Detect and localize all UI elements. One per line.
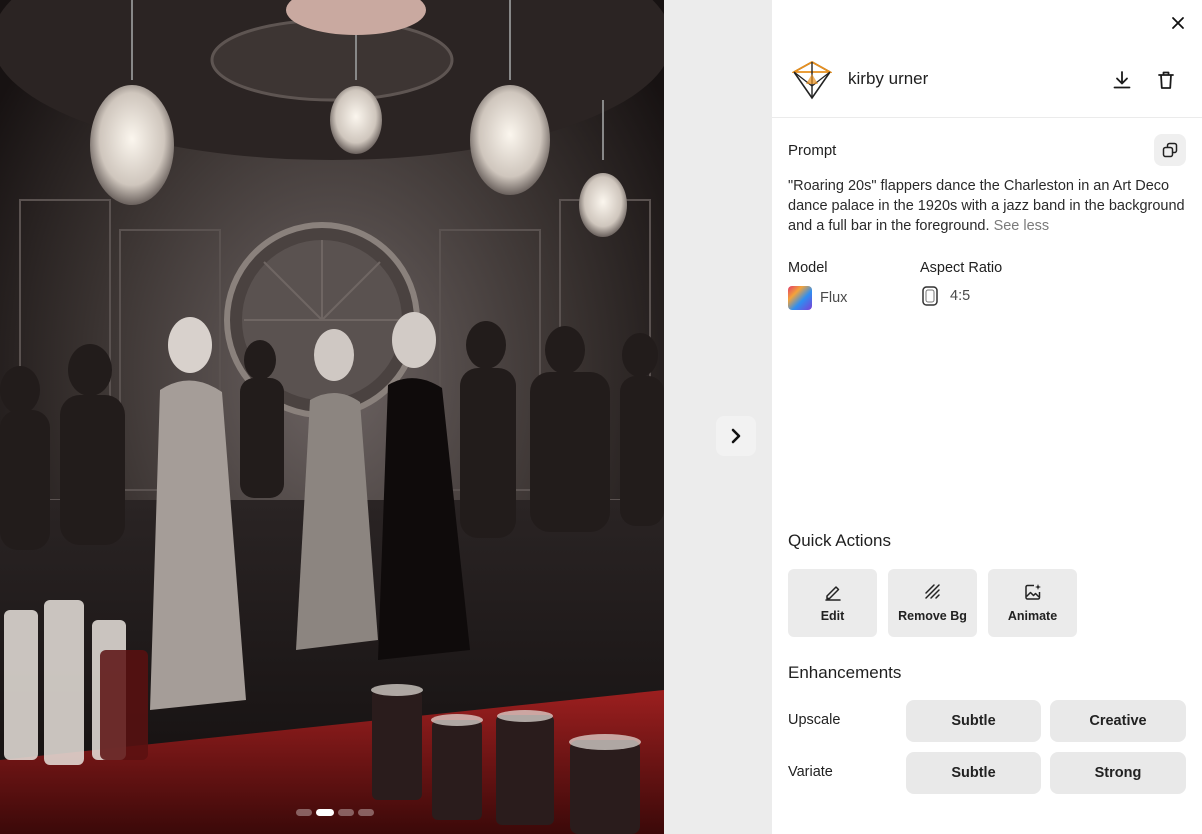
prompt-text: "Roaring 20s" flappers dance the Charles… [788, 176, 1190, 236]
variate-label: Variate [788, 764, 833, 780]
model-value: Flux [788, 286, 847, 310]
tetrahedron-logo-icon [790, 60, 834, 100]
carousel-dot[interactable] [296, 809, 312, 816]
quick-actions-title: Quick Actions [788, 531, 891, 550]
carousel-dot-active[interactable] [316, 809, 334, 816]
carousel-dot[interactable] [358, 809, 374, 816]
chevron-right-icon [731, 428, 741, 444]
remove-bg-button[interactable]: Remove Bg [888, 569, 977, 637]
upscale-subtle-button[interactable]: Subtle [906, 700, 1041, 742]
model-label: Model [788, 260, 828, 276]
edit-button[interactable]: Edit [788, 569, 877, 637]
close-button[interactable] [1168, 13, 1188, 33]
animate-label: Animate [1007, 609, 1058, 623]
trash-icon [1158, 71, 1174, 89]
copy-prompt-button[interactable] [1154, 134, 1186, 166]
enhancements-title: Enhancements [788, 663, 902, 682]
copy-icon [1162, 142, 1178, 158]
close-icon [1172, 17, 1184, 29]
upscale-creative-button[interactable]: Creative [1050, 700, 1186, 742]
see-less-link[interactable]: See less [994, 218, 1050, 234]
edit-label: Edit [820, 609, 845, 623]
animate-button[interactable]: Animate [988, 569, 1077, 637]
carousel-dots [296, 809, 374, 816]
delete-button[interactable] [1154, 68, 1178, 92]
prompt-label: Prompt [788, 142, 837, 159]
carousel-dot[interactable] [338, 809, 354, 816]
next-image-button[interactable] [716, 416, 756, 456]
quick-actions: Edit Remove Bg Animate [788, 569, 1077, 637]
upscale-label: Upscale [788, 712, 841, 728]
pencil-icon [824, 586, 841, 601]
prompt-body: "Roaring 20s" flappers dance the Charles… [788, 178, 1185, 234]
hatch-icon [924, 584, 940, 599]
generated-image [0, 0, 664, 834]
author-name[interactable]: kirby urner [848, 69, 928, 89]
author-header: kirby urner [772, 58, 1202, 118]
model-thumbnail-icon [788, 286, 812, 310]
remove-bg-label: Remove Bg [898, 609, 967, 623]
model-name: Flux [820, 290, 848, 306]
details-panel: kirby urner Prompt "Roaring 20s" flapper… [772, 0, 1202, 834]
variate-subtle-button[interactable]: Subtle [906, 752, 1041, 794]
avatar[interactable] [790, 60, 834, 100]
image-illustration [0, 0, 664, 834]
download-icon [1113, 71, 1131, 89]
image-sparkle-icon [1024, 584, 1041, 600]
aspect-ratio-label: Aspect Ratio [920, 260, 1003, 276]
variate-strong-button[interactable]: Strong [1050, 752, 1186, 794]
aspect-ratio-value: 4:5 [922, 286, 970, 306]
aspect-ratio-text: 4:5 [950, 288, 971, 304]
portrait-ratio-icon [922, 286, 938, 306]
download-button[interactable] [1110, 68, 1134, 92]
image-detail-modal: kirby urner Prompt "Roaring 20s" flapper… [0, 0, 1202, 834]
